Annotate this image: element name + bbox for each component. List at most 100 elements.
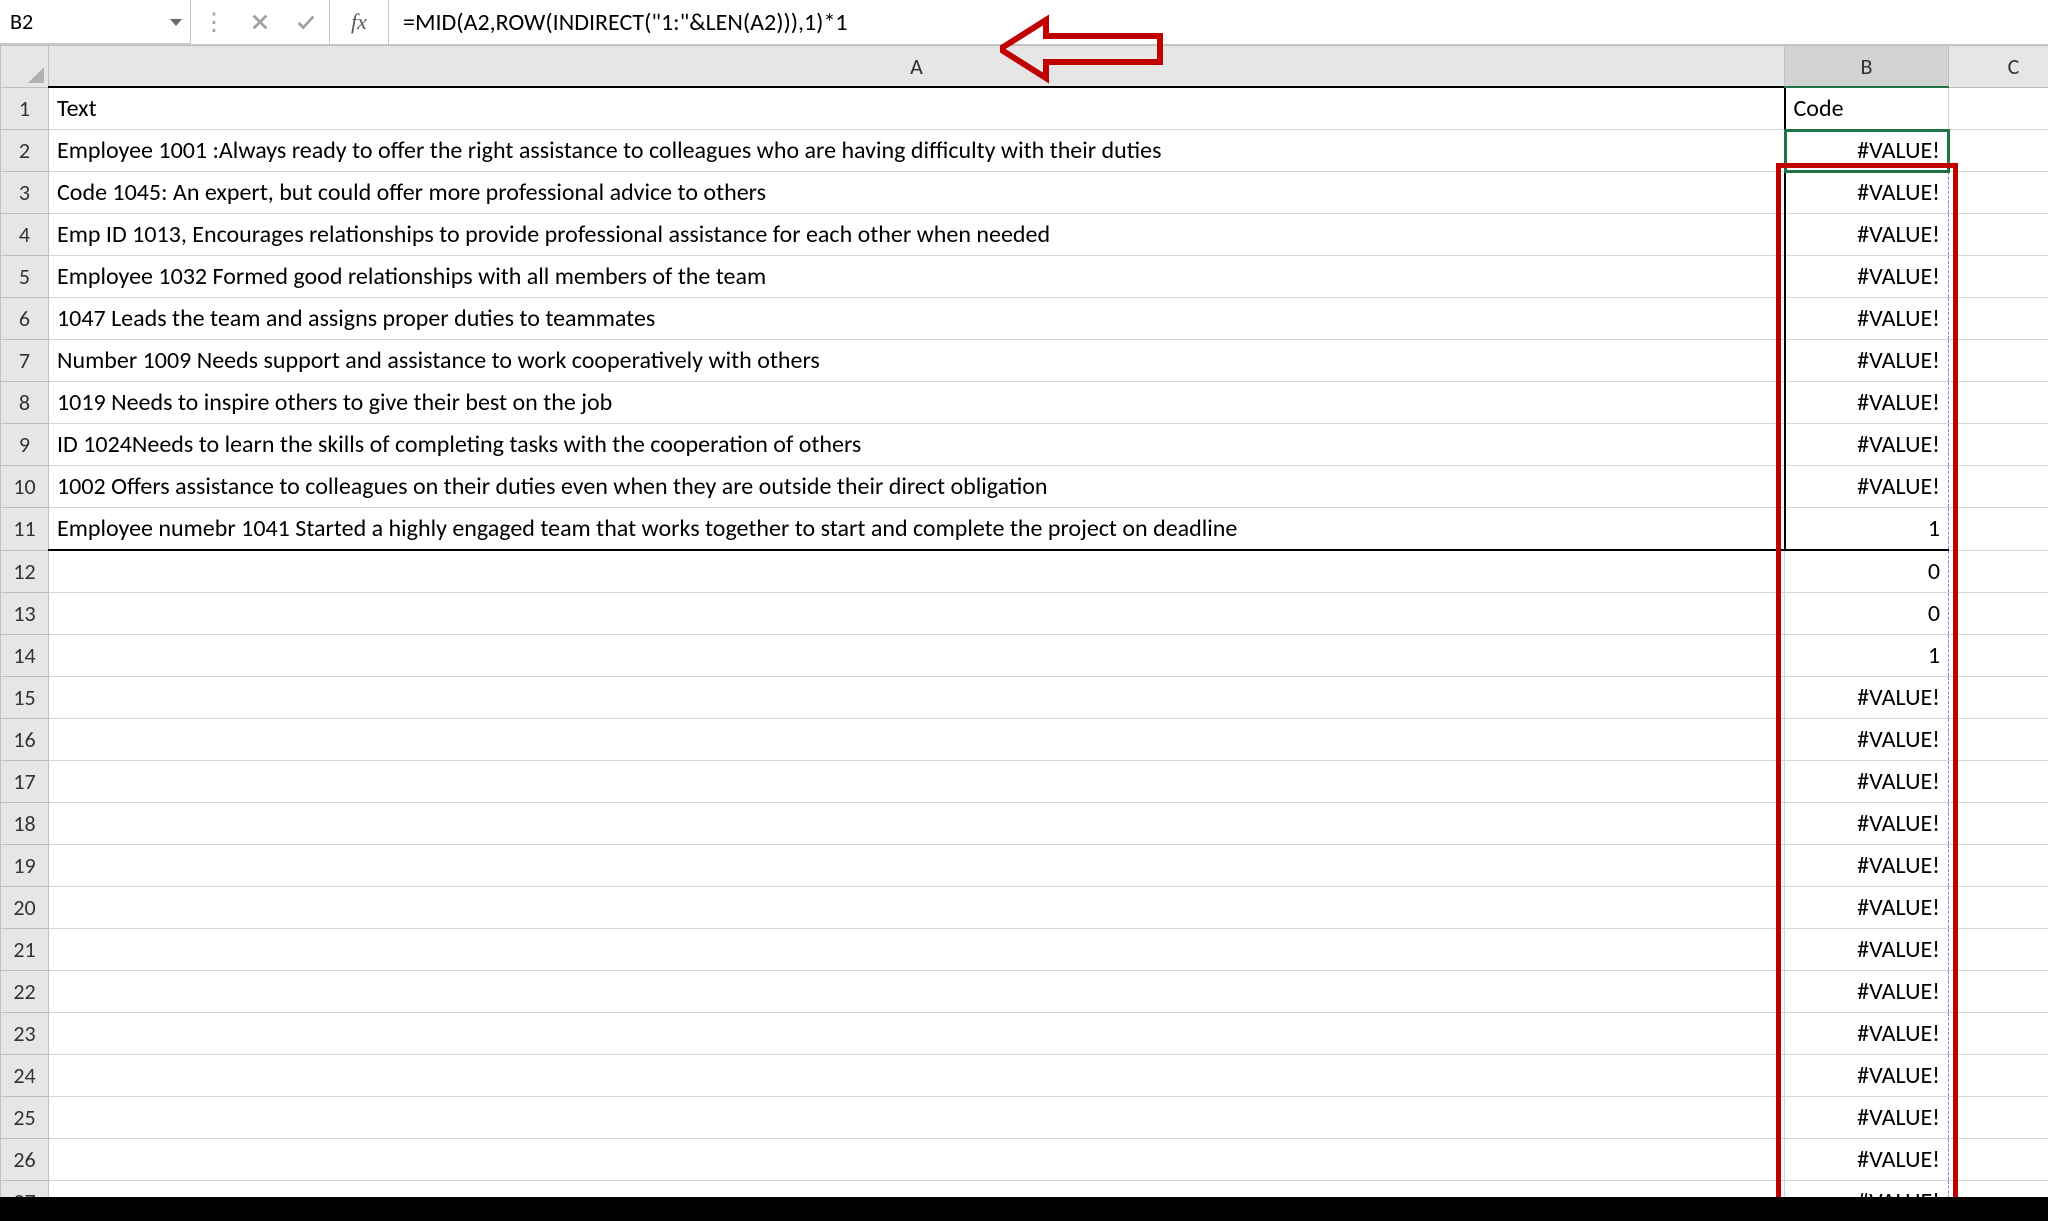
cell-C26[interactable] (1949, 1139, 2048, 1181)
cell-B7[interactable]: #VALUE! (1785, 340, 1949, 382)
spreadsheet-grid[interactable]: ABC1TextCode2Employee 1001 :Always ready… (0, 45, 2048, 1221)
cell-B24[interactable]: #VALUE! (1785, 1055, 1949, 1097)
row-header-6[interactable]: 6 (1, 298, 49, 340)
row-header-23[interactable]: 23 (1, 1013, 49, 1055)
cell-C21[interactable] (1949, 929, 2048, 971)
cell-B20[interactable]: #VALUE! (1785, 887, 1949, 929)
cell-B9[interactable]: #VALUE! (1785, 424, 1949, 466)
row-header-1[interactable]: 1 (1, 87, 49, 130)
cell-B3[interactable]: #VALUE! (1785, 172, 1949, 214)
cell-B12[interactable]: 0 (1785, 550, 1949, 593)
cell-A21[interactable] (49, 929, 1785, 971)
cell-C7[interactable] (1949, 340, 2048, 382)
cancel-icon[interactable] (237, 0, 283, 44)
row-header-19[interactable]: 19 (1, 845, 49, 887)
row-header-11[interactable]: 11 (1, 508, 49, 551)
cell-B14[interactable]: 1 (1785, 635, 1949, 677)
cell-A4[interactable]: Emp ID 1013, Encourages relationships to… (49, 214, 1785, 256)
cell-A22[interactable] (49, 971, 1785, 1013)
cell-C22[interactable] (1949, 971, 2048, 1013)
cell-B21[interactable]: #VALUE! (1785, 929, 1949, 971)
cell-C23[interactable] (1949, 1013, 2048, 1055)
row-header-17[interactable]: 17 (1, 761, 49, 803)
cell-B25[interactable]: #VALUE! (1785, 1097, 1949, 1139)
cell-A17[interactable] (49, 761, 1785, 803)
cell-B8[interactable]: #VALUE! (1785, 382, 1949, 424)
cell-B18[interactable]: #VALUE! (1785, 803, 1949, 845)
cell-A18[interactable] (49, 803, 1785, 845)
row-header-26[interactable]: 26 (1, 1139, 49, 1181)
cell-C24[interactable] (1949, 1055, 2048, 1097)
cell-A6[interactable]: 1047 Leads the team and assigns proper d… (49, 298, 1785, 340)
cell-B13[interactable]: 0 (1785, 593, 1949, 635)
cell-B11[interactable]: 1 (1785, 508, 1949, 551)
cell-B1[interactable]: Code (1785, 87, 1949, 130)
cell-C19[interactable] (1949, 845, 2048, 887)
cell-A14[interactable] (49, 635, 1785, 677)
row-header-18[interactable]: 18 (1, 803, 49, 845)
row-header-15[interactable]: 15 (1, 677, 49, 719)
cell-C14[interactable] (1949, 635, 2048, 677)
row-header-12[interactable]: 12 (1, 550, 49, 593)
cell-A8[interactable]: 1019 Needs to inspire others to give the… (49, 382, 1785, 424)
row-header-22[interactable]: 22 (1, 971, 49, 1013)
cell-A20[interactable] (49, 887, 1785, 929)
cell-A13[interactable] (49, 593, 1785, 635)
cell-C20[interactable] (1949, 887, 2048, 929)
cell-C15[interactable] (1949, 677, 2048, 719)
cell-A9[interactable]: ID 1024Needs to learn the skills of comp… (49, 424, 1785, 466)
cell-A7[interactable]: Number 1009 Needs support and assistance… (49, 340, 1785, 382)
dots-icon[interactable]: ⋮ (191, 0, 237, 44)
column-header-A[interactable]: A (49, 46, 1785, 88)
cell-B17[interactable]: #VALUE! (1785, 761, 1949, 803)
cell-C9[interactable] (1949, 424, 2048, 466)
cell-C12[interactable] (1949, 550, 2048, 593)
cell-B16[interactable]: #VALUE! (1785, 719, 1949, 761)
column-header-B[interactable]: B (1785, 46, 1949, 88)
cell-C2[interactable] (1949, 130, 2048, 172)
row-header-16[interactable]: 16 (1, 719, 49, 761)
cell-B19[interactable]: #VALUE! (1785, 845, 1949, 887)
row-header-4[interactable]: 4 (1, 214, 49, 256)
cell-A11[interactable]: Employee numebr 1041 Started a highly en… (49, 508, 1785, 551)
cell-A25[interactable] (49, 1097, 1785, 1139)
cell-C25[interactable] (1949, 1097, 2048, 1139)
cell-C5[interactable] (1949, 256, 2048, 298)
cell-A10[interactable]: 1002 Offers assistance to colleagues on … (49, 466, 1785, 508)
cell-A12[interactable] (49, 550, 1785, 593)
row-header-7[interactable]: 7 (1, 340, 49, 382)
cell-A19[interactable] (49, 845, 1785, 887)
cell-C6[interactable] (1949, 298, 2048, 340)
cell-C4[interactable] (1949, 214, 2048, 256)
cell-A16[interactable] (49, 719, 1785, 761)
select-all-corner[interactable] (1, 46, 49, 88)
cell-A3[interactable]: Code 1045: An expert, but could offer mo… (49, 172, 1785, 214)
cell-A26[interactable] (49, 1139, 1785, 1181)
cell-A15[interactable] (49, 677, 1785, 719)
row-header-9[interactable]: 9 (1, 424, 49, 466)
cell-B6[interactable]: #VALUE! (1785, 298, 1949, 340)
cell-A23[interactable] (49, 1013, 1785, 1055)
cell-B10[interactable]: #VALUE! (1785, 466, 1949, 508)
row-header-25[interactable]: 25 (1, 1097, 49, 1139)
cell-C16[interactable] (1949, 719, 2048, 761)
row-header-24[interactable]: 24 (1, 1055, 49, 1097)
cell-C10[interactable] (1949, 466, 2048, 508)
column-header-C[interactable]: C (1949, 46, 2048, 88)
cell-B26[interactable]: #VALUE! (1785, 1139, 1949, 1181)
formula-input[interactable]: =MID(A2,ROW(INDIRECT("1:"&LEN(A2))),1)*1 (389, 0, 2048, 44)
cell-B2[interactable]: #VALUE! (1785, 130, 1949, 172)
cell-C1[interactable] (1949, 87, 2048, 130)
row-header-2[interactable]: 2 (1, 130, 49, 172)
row-header-5[interactable]: 5 (1, 256, 49, 298)
cell-B23[interactable]: #VALUE! (1785, 1013, 1949, 1055)
cell-A24[interactable] (49, 1055, 1785, 1097)
cell-A1[interactable]: Text (49, 87, 1785, 130)
cell-B15[interactable]: #VALUE! (1785, 677, 1949, 719)
chevron-down-icon[interactable] (170, 19, 182, 26)
row-header-10[interactable]: 10 (1, 466, 49, 508)
cell-A2[interactable]: Employee 1001 :Always ready to offer the… (49, 130, 1785, 172)
row-header-8[interactable]: 8 (1, 382, 49, 424)
cell-B5[interactable]: #VALUE! (1785, 256, 1949, 298)
cell-C13[interactable] (1949, 593, 2048, 635)
